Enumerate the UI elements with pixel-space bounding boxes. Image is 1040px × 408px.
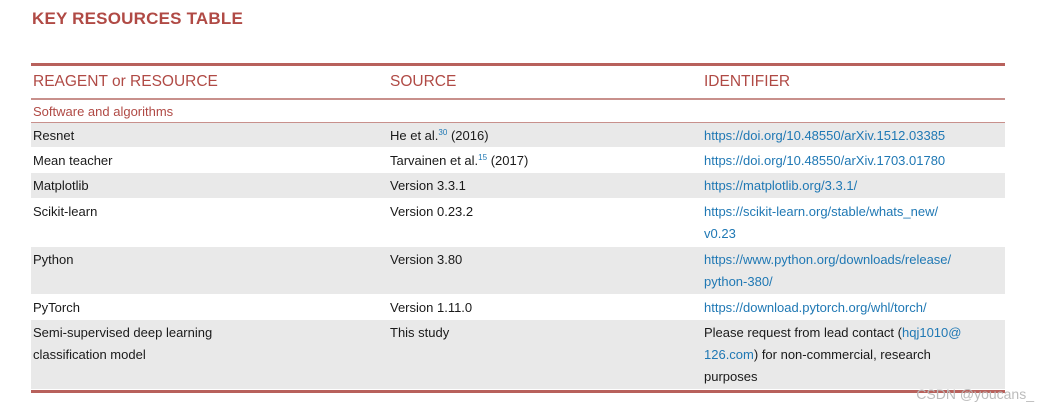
table-row: PyTorch Version 1.11.0 https://download.… xyxy=(31,295,1005,320)
source-cell: He et al.30 (2016) xyxy=(390,125,704,147)
source-cell: Tarvainen et al.15 (2017) xyxy=(390,150,704,172)
source-text: He et al. xyxy=(390,128,439,143)
resource-cell: Resnet xyxy=(33,128,75,143)
identifier-line: python-380/ xyxy=(704,274,773,289)
resource-cell: Mean teacher xyxy=(33,153,113,168)
table-row: Semi-supervised deep learning classifica… xyxy=(31,320,1005,390)
identifier-link[interactable]: https://doi.org/10.48550/arXiv.1703.0178… xyxy=(704,150,1005,172)
header-identifier: IDENTIFIER xyxy=(704,73,791,90)
identifier-link[interactable]: https://scikit-learn.org/stable/whats_ne… xyxy=(704,201,1005,246)
citation-link[interactable]: 15 xyxy=(478,153,487,162)
contact-text: purposes xyxy=(704,369,758,384)
resource-cell: Scikit-learn xyxy=(33,204,98,219)
identifier-link[interactable]: https://download.pytorch.org/whl/torch/ xyxy=(704,297,1005,319)
identifier-link[interactable]: https://www.python.org/downloads/release… xyxy=(704,249,1005,294)
watermark: CSDN @youcans_ xyxy=(916,386,1034,402)
identifier-link[interactable]: https://doi.org/10.48550/arXiv.1512.0338… xyxy=(704,125,1005,147)
source-cell: Version 1.11.0 xyxy=(390,300,473,315)
table-row: Resnet He et al.30 (2016) https://doi.or… xyxy=(31,123,1005,148)
identifier-link[interactable]: https://matplotlib.org/3.3.1/ xyxy=(704,175,1005,198)
table-row: Python Version 3.80 https://www.python.o… xyxy=(31,247,1005,295)
source-cell: This study xyxy=(390,325,450,340)
email-link[interactable]: hqj1010@ xyxy=(902,325,961,340)
header-reagent: REAGENT or RESOURCE xyxy=(33,73,218,90)
resource-cell: Semi-supervised deep learning classifica… xyxy=(31,322,390,389)
table-title: KEY RESOURCES TABLE xyxy=(32,9,243,28)
resource-line: classification model xyxy=(33,347,146,362)
key-resources-table: REAGENT or RESOURCE SOURCE IDENTIFIER So… xyxy=(31,63,1005,393)
source-text: Tarvainen et al. xyxy=(390,153,479,168)
table-row: Scikit-learn Version 0.23.2 https://scik… xyxy=(31,199,1005,247)
table-header: REAGENT or RESOURCE SOURCE IDENTIFIER xyxy=(31,66,1005,100)
resource-cell: Matplotlib xyxy=(33,178,89,193)
identifier-line: v0.23 xyxy=(704,226,736,241)
bottom-rule xyxy=(31,390,1005,393)
citation-link[interactable]: 30 xyxy=(438,128,447,137)
source-cell: Version 3.3.1 xyxy=(390,178,466,193)
source-year: (2017) xyxy=(487,153,529,168)
table-row: Mean teacher Tarvainen et al.15 (2017) h… xyxy=(31,148,1005,173)
identifier-cell: Please request from lead contact (hqj101… xyxy=(704,322,1005,389)
table-row: Matplotlib Version 3.3.1 https://matplot… xyxy=(31,173,1005,199)
source-year: (2016) xyxy=(447,128,489,143)
header-source: SOURCE xyxy=(390,73,457,90)
resource-line: Semi-supervised deep learning xyxy=(33,325,213,340)
source-cell: Version 3.80 xyxy=(390,252,463,267)
contact-text: ) for non-commercial, research xyxy=(753,347,931,362)
email-link[interactable]: 126.com xyxy=(704,347,754,362)
identifier-line: https://scikit-learn.org/stable/whats_ne… xyxy=(704,204,939,219)
contact-text: Please request from lead contact ( xyxy=(704,325,902,340)
section-label: Software and algorithms xyxy=(31,100,1005,123)
resource-cell: Python xyxy=(33,252,74,267)
identifier-line: https://www.python.org/downloads/release… xyxy=(704,252,952,267)
resource-cell: PyTorch xyxy=(33,300,80,315)
source-cell: Version 0.23.2 xyxy=(390,204,474,219)
